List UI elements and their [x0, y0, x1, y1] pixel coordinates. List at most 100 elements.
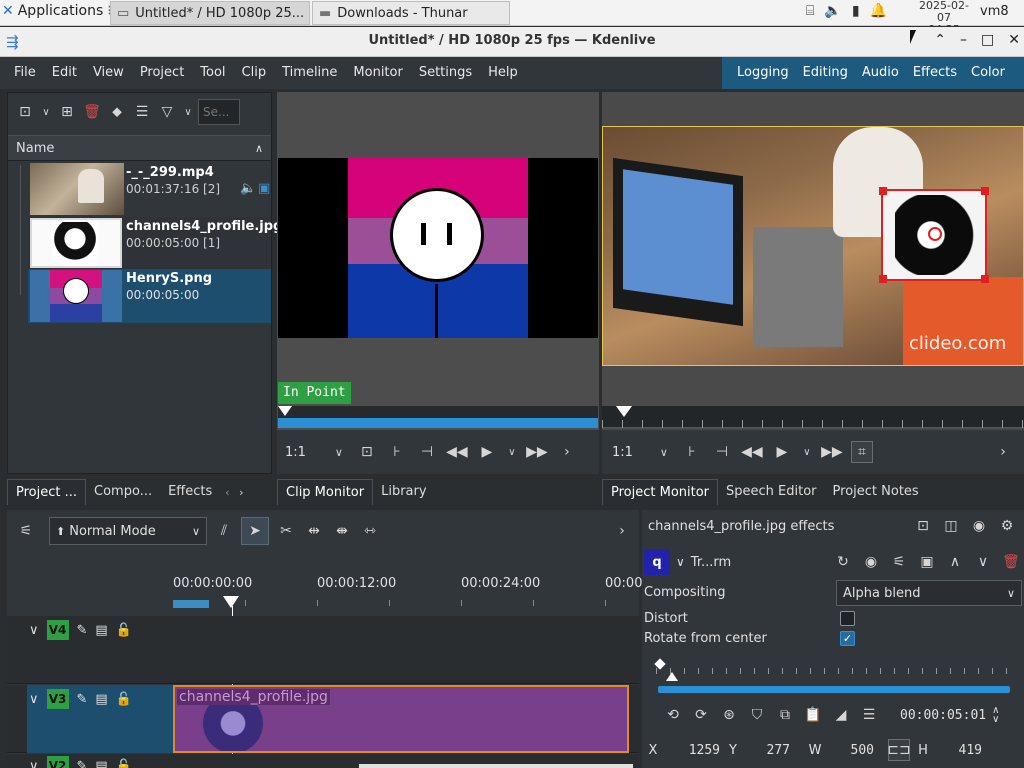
keyframe-ruler[interactable] [654, 654, 1010, 682]
next-keyframe-icon[interactable]: ⊛ [718, 704, 740, 726]
volume-icon[interactable]: 🔈 [824, 3, 841, 19]
bin-clip-row[interactable]: -_-_299.mp4 00:01:37:16 [2] 🔈 ▣ [28, 163, 271, 215]
track-effects-icon[interactable]: ✎ [77, 692, 88, 707]
menu-edit[interactable]: Edit [44, 57, 85, 89]
close-icon[interactable]: ✕ [1008, 32, 1020, 48]
track-collapse-icon[interactable]: ∨ [29, 692, 39, 707]
save-effect-icon[interactable]: ▣ [916, 551, 938, 573]
tab-project-bin[interactable]: Project ... [7, 479, 87, 505]
timeline-clip[interactable]: channels4_profile.jpg [173, 685, 629, 753]
timeline-playhead-icon[interactable] [223, 596, 239, 608]
tag-icon[interactable]: ⬥ [106, 101, 128, 123]
lock-aspect-ratio-icon[interactable]: ⊏⊐ [887, 739, 911, 761]
in-out-zone[interactable] [278, 418, 598, 428]
bin-column-header[interactable]: Name ∧ [8, 135, 271, 161]
more-chevron-right-icon[interactable]: › [992, 441, 1014, 463]
forward-icon[interactable]: ▶▶ [821, 441, 843, 463]
razor-tool-icon[interactable]: ✂ [275, 520, 297, 542]
menu-clip[interactable]: Clip [234, 57, 275, 89]
zoom-level[interactable]: 1:1 [612, 445, 633, 460]
align-keyframe-icon[interactable]: ⛉ [746, 704, 768, 726]
more-chevron-right-icon[interactable]: › [556, 441, 578, 463]
effect-timecode[interactable]: 00:00:05:01 [900, 708, 986, 723]
layout-color[interactable]: Color [964, 57, 1012, 89]
menu-file[interactable]: File [6, 57, 44, 89]
chevron-down-icon[interactable]: ∨ [39, 101, 53, 123]
menu-settings[interactable]: Settings [411, 57, 480, 89]
tab-clip-monitor[interactable]: Clip Monitor [277, 479, 374, 505]
rewind-icon[interactable]: ◀◀ [741, 441, 763, 463]
add-clip-icon[interactable]: ⊡ [14, 101, 36, 123]
bin-search-input[interactable] [198, 99, 240, 125]
chevron-down-icon[interactable]: ∨ [330, 441, 348, 463]
taskbar-window-thunar[interactable]: ▬ Downloads - Thunar [312, 1, 510, 25]
reset-effect-icon[interactable]: ↻ [832, 551, 854, 573]
video-stream-icon[interactable]: ▣ [258, 181, 270, 196]
playhead-icon[interactable] [278, 406, 292, 416]
compositing-select[interactable]: Alpha blend ∨ [836, 580, 1022, 606]
save-stack-icon[interactable]: ⊡ [912, 515, 934, 537]
play-icon[interactable]: ▶ [476, 441, 498, 463]
keyframe-playhead-icon[interactable] [666, 672, 678, 681]
chevron-down-icon[interactable]: ∨ [506, 441, 518, 463]
layout-editing[interactable]: Editing [796, 57, 855, 89]
layout-logging[interactable]: Logging [730, 57, 796, 89]
tab-project-notes[interactable]: Project Notes [825, 479, 927, 505]
layout-audio[interactable]: Audio [855, 57, 906, 89]
center-handle-icon[interactable] [928, 227, 942, 241]
slip-tool-icon[interactable]: ⇼ [331, 520, 353, 542]
copy-keyframe-icon[interactable]: ⧉ [774, 704, 796, 726]
keyframe-menu-icon[interactable]: ☰ [858, 704, 880, 726]
battery-icon[interactable]: ▮ [852, 3, 860, 19]
bin-clip-row-selected[interactable]: HenryS.png 00:00:05:00 [28, 269, 271, 323]
timecode-spinner-icon[interactable]: ∧ ∨ [992, 706, 999, 725]
chevron-down-icon[interactable]: ∨ [655, 441, 673, 463]
chevron-left-icon[interactable]: ‹ [220, 481, 234, 503]
user-label[interactable]: vm8 [980, 4, 1009, 19]
delete-icon[interactable]: 🗑 [81, 101, 103, 123]
playhead-icon[interactable] [616, 406, 632, 417]
effect-collapse-icon[interactable]: ∨ [676, 555, 685, 569]
play-icon[interactable]: ▶ [771, 441, 793, 463]
set-in-point-icon[interactable]: ⊦ [681, 441, 703, 463]
tab-speech-editor[interactable]: Speech Editor [718, 479, 825, 505]
taskbar-window-kdenlive[interactable]: ▭ Untitled* / HD 1080p 25... [110, 1, 310, 25]
minimize-icon[interactable]: – [960, 32, 967, 48]
set-out-point-icon[interactable]: ⊣ [711, 441, 733, 463]
list-view-icon[interactable]: ☰ [131, 101, 153, 123]
menu-monitor[interactable]: Monitor [345, 57, 410, 89]
notification-bell-icon[interactable]: 🔔 [870, 3, 887, 19]
track-collapse-icon[interactable]: ∨ [29, 623, 39, 638]
applications-menu[interactable]: ✕ Applications ⁝ [2, 3, 112, 19]
rotate-from-center-checkbox[interactable]: ✓ [840, 631, 855, 646]
menu-project[interactable]: Project [132, 57, 192, 89]
transform-overlay[interactable] [879, 187, 989, 283]
enable-effects-eye-icon[interactable]: ◉ [968, 515, 990, 537]
spacer-tool-icon[interactable]: ⫽ [213, 520, 235, 542]
keyframe-zone-bar[interactable] [658, 686, 1010, 693]
menu-help[interactable]: Help [480, 57, 526, 89]
track-hide-icon[interactable]: ▤ [95, 623, 107, 638]
ripple-tool-icon[interactable]: ⇹ [303, 520, 325, 542]
tab-compositions[interactable]: Compo... [86, 479, 160, 505]
bin-clip-row[interactable]: channels4_profile.jpg 00:00:05:00 [1] [28, 217, 282, 269]
clip-monitor-video[interactable] [278, 158, 598, 338]
menu-view[interactable]: View [85, 57, 132, 89]
track-lock-icon[interactable]: 🔓 [116, 623, 132, 638]
project-monitor-video[interactable]: clideo.com [602, 126, 1024, 366]
rewind-icon[interactable]: ◀◀ [446, 441, 468, 463]
slide-tool-icon[interactable]: ⇿ [359, 520, 381, 542]
add-folder-icon[interactable]: ⊞ [56, 101, 78, 123]
previous-keyframe-icon[interactable]: ⟲ [662, 704, 684, 726]
settings-gear-icon[interactable]: ⚙ [996, 515, 1018, 537]
network-icon[interactable]: ⌸ [806, 3, 814, 19]
move-up-icon[interactable]: ∧ [944, 551, 966, 573]
edit-mode-select[interactable]: ⬆ Normal Mode ∨ [49, 517, 207, 545]
chevron-down-icon[interactable]: ∨ [801, 441, 813, 463]
audio-stream-icon[interactable]: 🔈 [240, 181, 256, 196]
add-keyframe-icon[interactable]: ⟳ [690, 704, 712, 726]
menu-timeline[interactable]: Timeline [274, 57, 345, 89]
tab-library[interactable]: Library [373, 479, 434, 505]
selection-tool-icon[interactable]: ➤ [241, 517, 269, 545]
fullscreen-icon[interactable]: ⊡ [356, 441, 378, 463]
